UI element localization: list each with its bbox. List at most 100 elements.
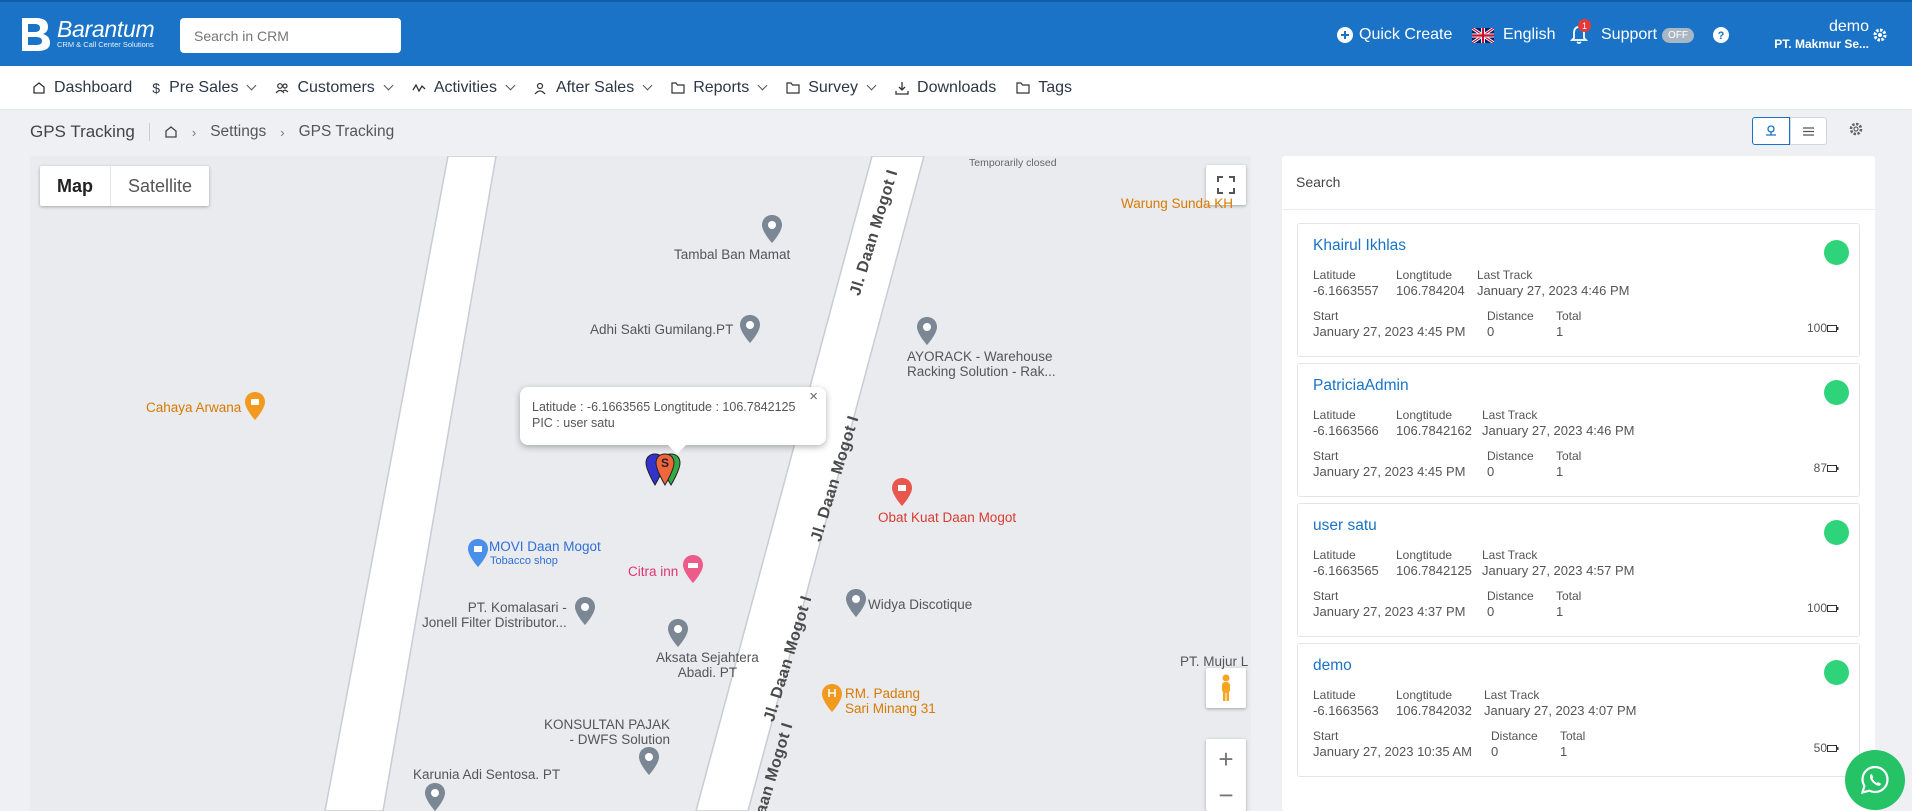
shop-pin-icon[interactable]	[467, 538, 489, 568]
close-icon[interactable]: ×	[809, 389, 818, 405]
place-label[interactable]: RM. Padang Sari Minang 31	[845, 686, 936, 716]
gps-map[interactable]: Map Satellite + − Jl. Daan Mogot I Jl. D…	[30, 156, 1251, 811]
hotel-pin-icon[interactable]	[682, 554, 704, 584]
breadcrumb: GPS Tracking › Settings › GPS Tracking	[30, 122, 394, 142]
field-label: Last Track	[1477, 268, 1533, 282]
online-status-indicator	[1824, 660, 1849, 685]
place-label[interactable]: PT. Komalasari - Jonell Filter Distribut…	[422, 600, 567, 630]
place-label[interactable]: Warung Sunda KH	[1121, 196, 1233, 211]
folder-icon	[786, 82, 800, 94]
longitude-value: 106.7842125	[1396, 563, 1472, 578]
user-card[interactable]: PatriciaAdmin Latitude -6.1663566 Longtit…	[1297, 363, 1860, 497]
tracking-panel: Search Khairul Ikhlas Latitude -6.1663557…	[1282, 156, 1875, 811]
food-pin-icon[interactable]	[821, 683, 843, 713]
zoom-in-button[interactable]: +	[1218, 746, 1233, 772]
settings-button[interactable]	[1872, 2, 1888, 68]
map-type-map-button[interactable]: Map	[40, 166, 110, 206]
distance-value: 0	[1491, 744, 1499, 759]
nav-tags[interactable]: Tags	[1016, 79, 1072, 97]
total-value: 1	[1560, 744, 1568, 759]
user-card[interactable]: Khairul Ikhlas Latitude -6.1663557 Longti…	[1297, 223, 1860, 357]
pharmacy-pin-icon[interactable]	[891, 477, 913, 507]
nav-activities[interactable]: Activities	[412, 79, 516, 97]
user-name-link[interactable]: demo	[1313, 657, 1352, 675]
map-pin-icon[interactable]	[424, 782, 446, 811]
user-card[interactable]: user satu Latitude -6.1663565 Longtitude 1…	[1297, 503, 1860, 637]
language-selector[interactable]: English	[1472, 2, 1555, 68]
place-label[interactable]: Tambal Ban Mamat	[674, 247, 790, 262]
battery-level: 100	[1807, 321, 1839, 335]
nav-pre-sales[interactable]: $ Pre Sales	[152, 79, 257, 97]
battery-level: 100	[1807, 601, 1839, 615]
latitude-value: -6.1663557	[1313, 283, 1379, 298]
place-label[interactable]: KONSULTAN PAJAK - DWFS Solution	[544, 717, 670, 747]
start-value: January 27, 2023 4:45 PM	[1313, 324, 1466, 339]
nav-downloads[interactable]: Downloads	[895, 79, 996, 97]
download-icon	[895, 81, 909, 95]
map-pin-icon[interactable]	[638, 746, 660, 776]
place-label[interactable]: PT. Mujur L	[1180, 654, 1248, 669]
place-label[interactable]: Adhi Sakti Gumilang.PT	[590, 322, 733, 337]
distance-value: 0	[1487, 324, 1495, 339]
map-pin-icon[interactable]	[667, 618, 689, 648]
map-pin-icon[interactable]	[739, 314, 761, 344]
map-pin-icon[interactable]	[574, 596, 596, 626]
map-view-button[interactable]	[1752, 117, 1790, 145]
list-view-button[interactable]	[1790, 117, 1827, 145]
whatsapp-button[interactable]	[1845, 750, 1905, 810]
battery-level: 50	[1814, 741, 1839, 755]
user-name-link[interactable]: user satu	[1313, 517, 1377, 535]
marker-letter: S	[661, 456, 670, 470]
quick-create-button[interactable]: Quick Create	[1337, 2, 1452, 68]
breadcrumb-settings[interactable]: Settings	[210, 123, 266, 141]
start-value: January 27, 2023 10:35 AM	[1313, 744, 1473, 759]
battery-icon	[1827, 744, 1839, 752]
user-name-link[interactable]: Khairul Ikhlas	[1313, 237, 1406, 255]
user-menu[interactable]: demo PT. Makmur Se...	[1742, 2, 1869, 68]
online-status-indicator	[1824, 380, 1849, 405]
street-view-button[interactable]	[1206, 668, 1246, 708]
nav-dashboard[interactable]: Dashboard	[32, 79, 132, 97]
place-label[interactable]: Karunia Adi Sentosa. PT	[413, 767, 560, 782]
nav-after-sales[interactable]: After Sales	[534, 79, 653, 97]
longitude-value: 106.784204	[1396, 283, 1465, 298]
barantum-logo[interactable]: Barantum CRM & Call Center Solutions	[18, 16, 155, 52]
zoom-out-button[interactable]: −	[1218, 782, 1233, 808]
folder-icon	[1016, 82, 1030, 94]
place-label[interactable]: Obat Kuat Daan Mogot	[878, 510, 1016, 525]
field-label: Distance	[1487, 449, 1534, 463]
user-name-link[interactable]: PatriciaAdmin	[1313, 377, 1409, 395]
place-label[interactable]: Cahaya Arwana	[146, 400, 241, 415]
map-pin-icon[interactable]	[916, 316, 938, 346]
help-button[interactable]: ?	[1713, 2, 1729, 68]
latitude-value: -6.1663565	[1313, 563, 1379, 578]
user-card[interactable]: demo Latitude -6.1663563 Longtitude 106.78…	[1297, 643, 1860, 777]
crm-search-input[interactable]	[180, 18, 401, 53]
nav-survey[interactable]: Survey	[786, 79, 877, 97]
svg-text:?: ?	[1718, 30, 1725, 42]
support-toggle[interactable]: Support OFF	[1601, 2, 1695, 68]
map-pin-icon[interactable]	[845, 588, 867, 618]
nav-customers[interactable]: Customers	[275, 79, 394, 97]
brand-tagline: CRM & Call Center Solutions	[57, 40, 154, 49]
panel-search[interactable]: Search	[1282, 156, 1875, 210]
place-label[interactable]: MOVI Daan Mogot	[489, 539, 601, 554]
place-label[interactable]: AYORACK - Warehouse Racking Solution - R…	[907, 349, 1056, 379]
place-label[interactable]: Citra inn	[628, 564, 678, 579]
field-label: Distance	[1487, 309, 1534, 323]
page-settings-button[interactable]	[1848, 121, 1864, 142]
chevron-right-icon: ›	[191, 124, 197, 140]
notification-button[interactable]: 1	[1570, 2, 1591, 68]
field-label: Longtitude	[1396, 548, 1453, 562]
pegman-icon	[1222, 674, 1230, 701]
map-type-satellite-button[interactable]: Satellite	[110, 166, 209, 206]
map-pin-icon[interactable]	[761, 214, 783, 244]
place-label[interactable]: Widya Discotique	[868, 597, 972, 612]
food-pin-icon[interactable]	[244, 391, 266, 421]
home-icon[interactable]	[164, 125, 178, 139]
nav-reports[interactable]: Reports	[671, 79, 768, 97]
chevron-down-icon	[383, 80, 394, 91]
top-header: Barantum CRM & Call Center Solutions Qui…	[0, 0, 1912, 66]
field-label: Last Track	[1482, 548, 1538, 562]
place-label[interactable]: Aksata Sejahtera Abadi. PT	[656, 650, 759, 680]
